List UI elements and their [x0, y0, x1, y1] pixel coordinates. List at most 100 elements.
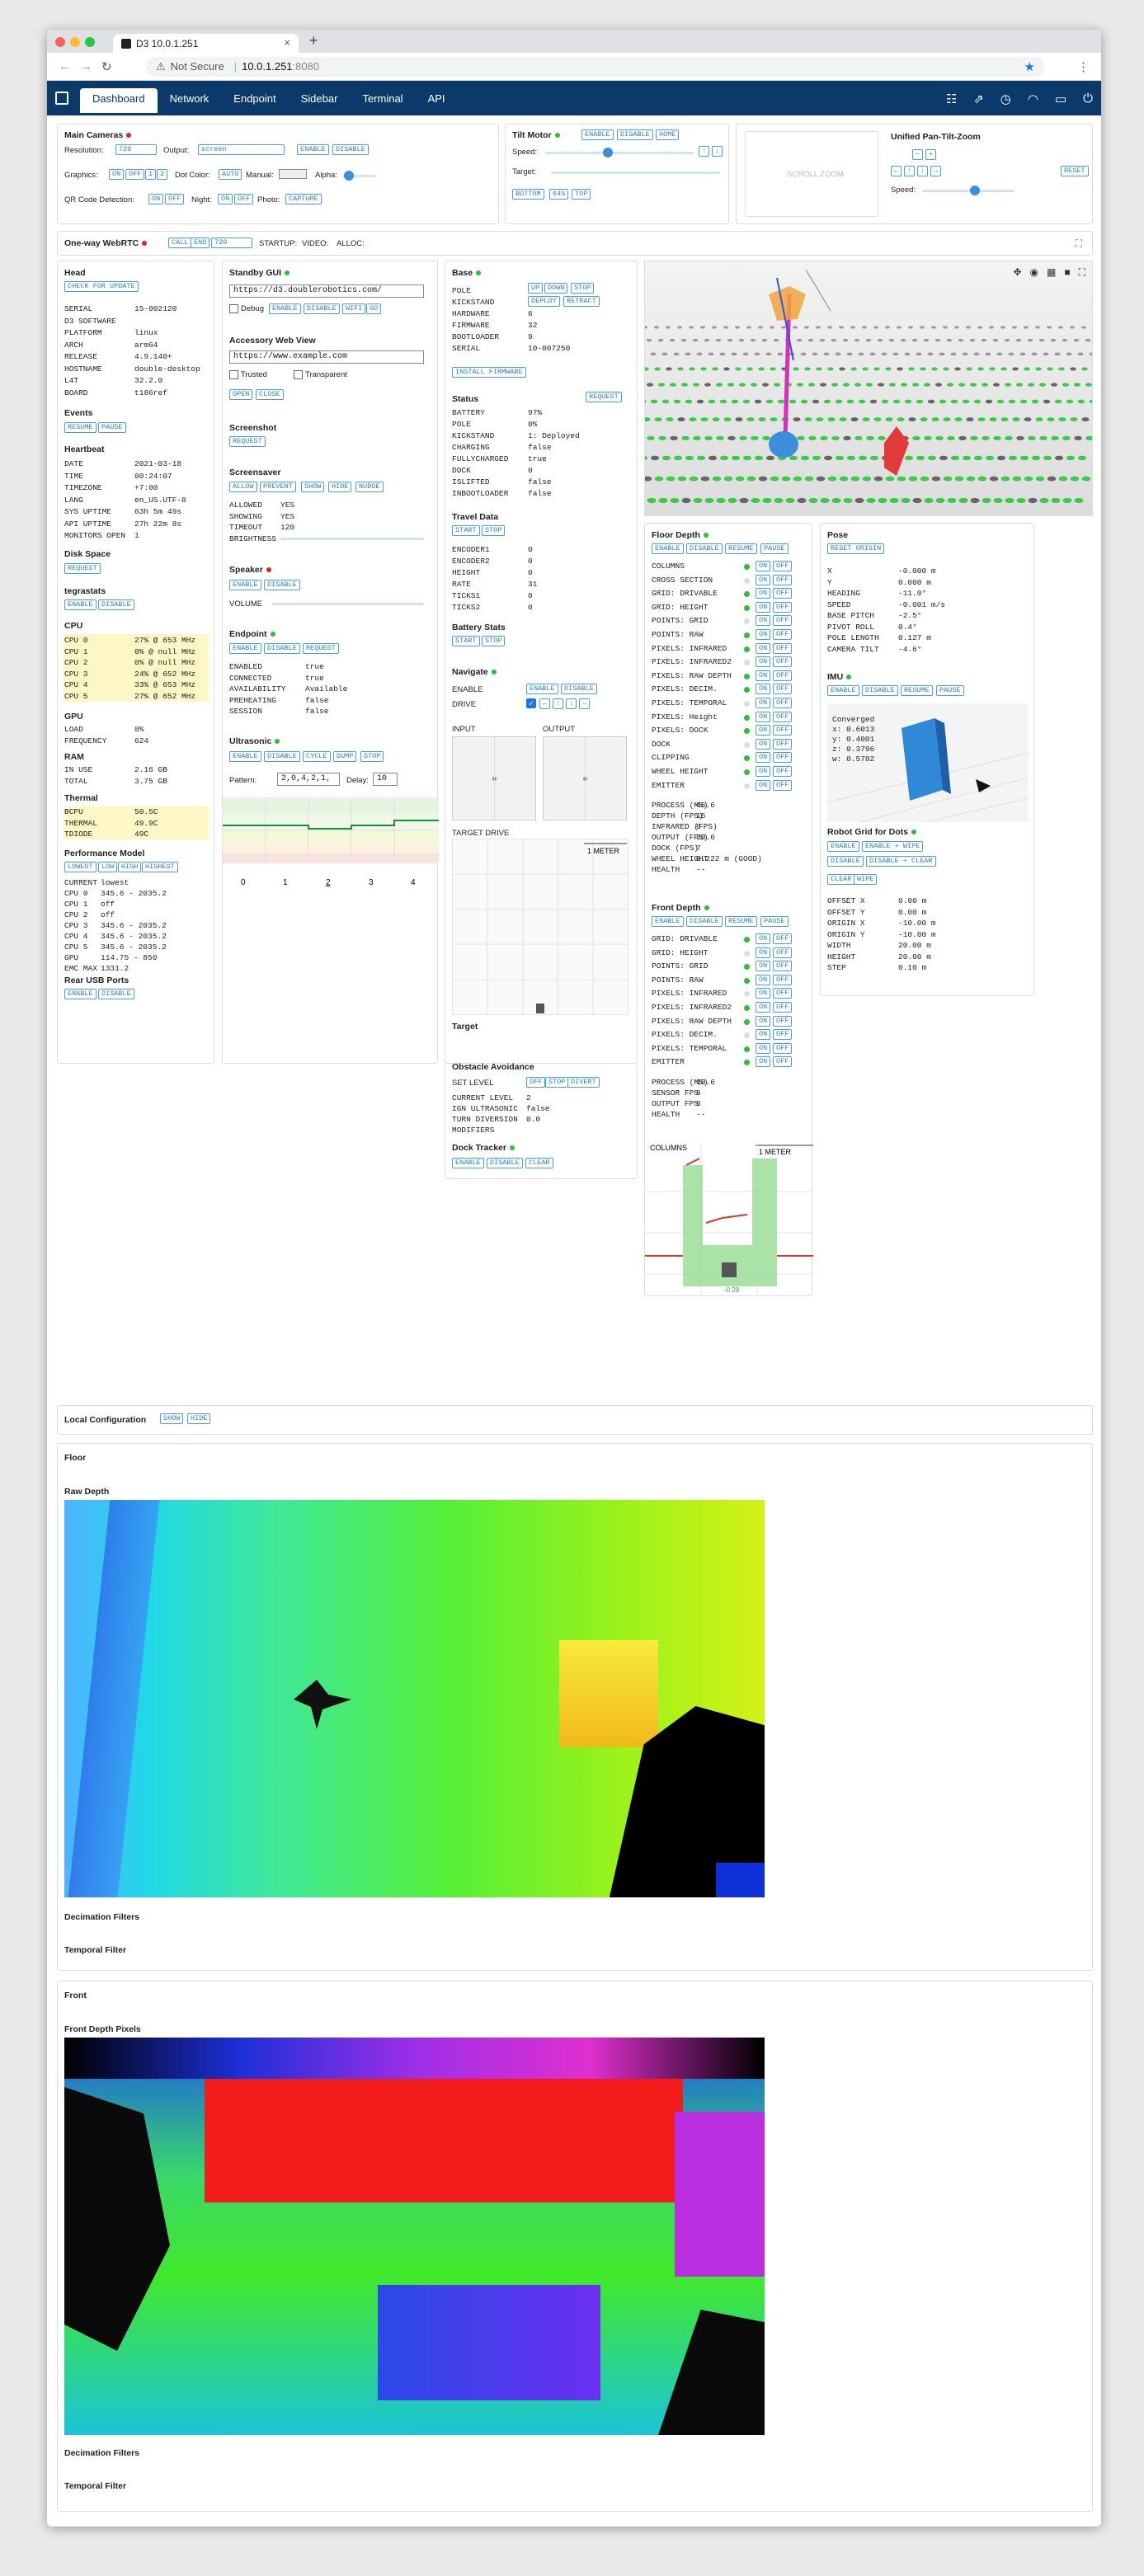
- move-icon[interactable]: ✥: [1013, 266, 1021, 279]
- ultrasonic-dump-button[interactable]: DUMP: [333, 751, 357, 762]
- tilt-speed-slider[interactable]: [545, 148, 694, 157]
- double-logo-icon[interactable]: [55, 92, 68, 105]
- front-depth-pause-button[interactable]: PAUSE: [760, 916, 789, 927]
- front-item-on-button[interactable]: ON: [756, 988, 771, 999]
- graphics-1-button[interactable]: 1: [145, 169, 157, 180]
- screensaver-allow-button[interactable]: ALLOW: [229, 482, 257, 492]
- floor-item-on-button[interactable]: ON: [756, 711, 771, 722]
- floor-item-off-button[interactable]: OFF: [773, 642, 793, 654]
- floor-item-off-button[interactable]: OFF: [773, 588, 793, 599]
- install-firmware-button[interactable]: INSTALL FIRMWARE: [452, 367, 526, 378]
- floor-item-off-button[interactable]: OFF: [773, 698, 793, 708]
- battery-stop-button[interactable]: STOP: [482, 636, 506, 646]
- perf-low-button[interactable]: LOW: [98, 862, 118, 872]
- front-item-on-button[interactable]: ON: [756, 1029, 771, 1041]
- dock-enable-button[interactable]: ENABLE: [452, 1158, 484, 1168]
- battery-start-button[interactable]: START: [452, 636, 480, 646]
- speaker-enable-button[interactable]: ENABLE: [229, 580, 261, 590]
- floor-item-off-button[interactable]: OFF: [773, 615, 793, 627]
- call-button[interactable]: CALL: [168, 237, 192, 248]
- floor-item-on-button[interactable]: ON: [756, 670, 771, 681]
- front-item-on-button[interactable]: ON: [756, 933, 771, 944]
- tegra-disable-button[interactable]: DISABLE: [98, 599, 134, 610]
- floor-item-on-button[interactable]: ON: [756, 574, 771, 585]
- floor-item-off-button[interactable]: OFF: [773, 684, 793, 695]
- ultrasonic-cycle-button[interactable]: CYCLE: [303, 751, 331, 762]
- grid-wipe-button[interactable]: WIPE: [854, 874, 878, 885]
- standby-disable-button[interactable]: DISABLE: [304, 303, 340, 314]
- browser-menu-icon[interactable]: ⋮: [1077, 59, 1090, 74]
- perf-high-button[interactable]: HIGH: [118, 862, 142, 872]
- kickstand-deploy-button[interactable]: DEPLOY: [528, 296, 560, 307]
- graphics-2-button[interactable]: 2: [157, 169, 168, 180]
- accessory-url-input[interactable]: https://www.example.com: [229, 350, 424, 364]
- close-window-button[interactable]: [55, 37, 65, 47]
- scroll-zoom-area[interactable]: SCROLL ZOOM: [745, 131, 878, 217]
- back-icon[interactable]: ←: [59, 59, 71, 73]
- debug-checkbox[interactable]: [229, 304, 238, 313]
- perf-lowest-button[interactable]: LOWEST: [64, 862, 97, 872]
- floor-item-off-button[interactable]: OFF: [773, 725, 793, 736]
- screensaver-hide-button[interactable]: HIDE: [328, 482, 352, 492]
- front-item-off-button[interactable]: OFF: [773, 1042, 793, 1054]
- navigate-disable-button[interactable]: DISABLE: [561, 684, 597, 694]
- floor-item-off-button[interactable]: OFF: [773, 601, 793, 613]
- browser-tab[interactable]: D3 10.0.1.251 ×: [113, 34, 299, 53]
- manual-color-swatch[interactable]: [279, 169, 307, 179]
- qr-off-button[interactable]: OFF: [165, 194, 185, 204]
- nav-tab-sidebar[interactable]: Sidebar: [289, 88, 351, 113]
- floor-item-on-button[interactable]: ON: [756, 561, 771, 571]
- travel-stop-button[interactable]: STOP: [482, 525, 506, 536]
- delay-input[interactable]: 10: [373, 773, 398, 786]
- grid-disable-button[interactable]: DISABLE: [827, 856, 864, 867]
- endpoint-request-button[interactable]: REQUEST: [303, 643, 339, 654]
- standby-go-button[interactable]: GO: [366, 303, 382, 314]
- capture-button[interactable]: CAPTURE: [285, 194, 322, 204]
- floor-item-on-button[interactable]: ON: [756, 656, 771, 668]
- floor-item-off-button[interactable]: OFF: [773, 670, 793, 681]
- imu-enable-button[interactable]: ENABLE: [827, 685, 859, 696]
- floor-item-on-button[interactable]: ON: [756, 684, 771, 695]
- reset-origin-button[interactable]: RESET ORIGIN: [827, 543, 885, 554]
- screensaver-prevent-button[interactable]: PREVENT: [260, 482, 296, 492]
- disk-request-button[interactable]: REQUEST: [64, 563, 101, 574]
- floor-item-on-button[interactable]: ON: [756, 642, 771, 654]
- events-resume-button[interactable]: RESUME: [64, 422, 97, 433]
- tilt-down-button[interactable]: ↓: [712, 146, 723, 157]
- tegra-enable-button[interactable]: ENABLE: [64, 599, 97, 610]
- timer-icon[interactable]: ◷: [1000, 92, 1011, 106]
- target-drive-grid[interactable]: 1 METER: [452, 839, 628, 1015]
- obstacle-off-button[interactable]: OFF: [526, 1077, 546, 1088]
- end-button[interactable]: END: [191, 237, 210, 248]
- speaker-disable-button[interactable]: DISABLE: [264, 580, 300, 590]
- accessory-close-button[interactable]: CLOSE: [256, 389, 284, 400]
- navigate-enable-button[interactable]: ENABLE: [526, 684, 558, 694]
- volume-slider[interactable]: [272, 603, 424, 605]
- front-item-on-button[interactable]: ON: [756, 1042, 771, 1054]
- grid-clear-button[interactable]: CLEAR: [827, 874, 855, 885]
- dock-disable-button[interactable]: DISABLE: [487, 1158, 523, 1168]
- floor-item-on-button[interactable]: ON: [756, 766, 771, 777]
- status-request-button[interactable]: REQUEST: [586, 392, 622, 402]
- output-select[interactable]: screen: [198, 144, 285, 155]
- cameras-enable-button[interactable]: ENABLE: [297, 144, 329, 155]
- pan-left-button[interactable]: ←: [891, 166, 902, 176]
- floor-item-on-button[interactable]: ON: [756, 738, 771, 750]
- screensaver-show-button[interactable]: SHOW: [301, 482, 325, 492]
- floor-item-on-button[interactable]: ON: [756, 615, 771, 627]
- target-icon[interactable]: ◉: [1030, 266, 1038, 279]
- front-item-off-button[interactable]: OFF: [773, 974, 793, 985]
- qr-on-button[interactable]: ON: [148, 194, 164, 204]
- tilt-enable-button[interactable]: ENABLE: [581, 129, 614, 140]
- floor-item-off-button[interactable]: OFF: [773, 779, 793, 791]
- screensaver-nudge-button[interactable]: NUDGE: [355, 482, 384, 492]
- minimize-window-button[interactable]: [70, 37, 80, 47]
- front-item-on-button[interactable]: ON: [756, 1002, 771, 1013]
- front-item-off-button[interactable]: OFF: [773, 933, 793, 944]
- check-update-button[interactable]: CHECK FOR UPDATE: [64, 281, 139, 292]
- ptz-reset-button[interactable]: RESET: [1061, 166, 1089, 176]
- floor-item-on-button[interactable]: ON: [756, 752, 771, 764]
- external-link-icon[interactable]: ⇗: [973, 92, 984, 106]
- front-item-on-button[interactable]: ON: [756, 1015, 771, 1027]
- reload-icon[interactable]: ↻: [101, 59, 112, 74]
